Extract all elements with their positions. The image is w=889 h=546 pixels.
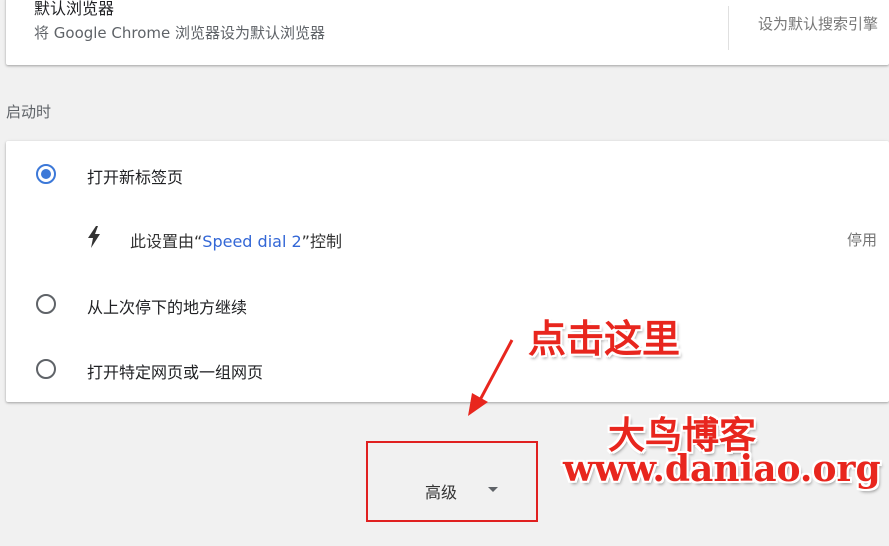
advanced-button[interactable]: 高级	[368, 443, 536, 520]
chevron-down-icon	[488, 487, 498, 492]
annotation-click-here: 点击这里	[528, 316, 681, 361]
annotation-site: www.daniao.org	[563, 448, 881, 490]
advanced-highlight-box: 高级	[366, 441, 538, 522]
advanced-label: 高级	[425, 483, 458, 502]
